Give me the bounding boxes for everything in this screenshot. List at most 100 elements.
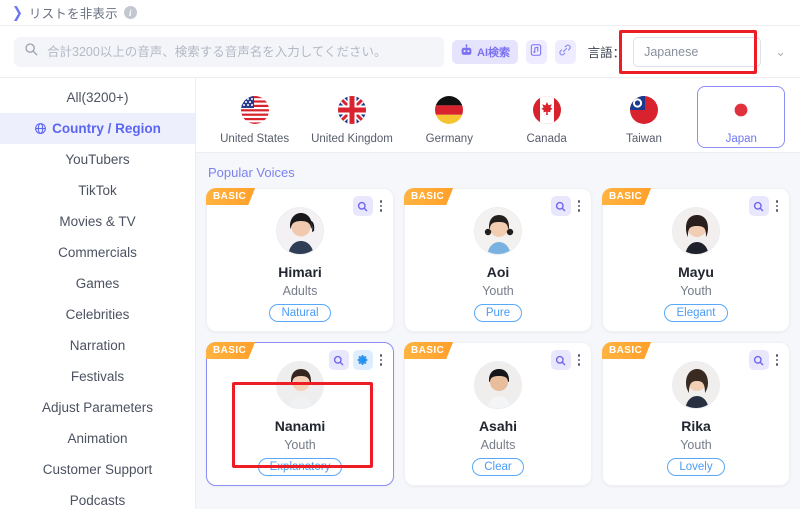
voice-card-asahi[interactable]: BASIC Asahi Adults Clear	[404, 342, 592, 486]
language-select-wrap: Japanese ⌄	[633, 37, 786, 67]
language-select[interactable]: Japanese	[633, 37, 761, 67]
sidebar-item-podcasts[interactable]: Podcasts	[0, 485, 195, 509]
country-united-states[interactable]: United States	[211, 86, 299, 148]
more-options-icon[interactable]	[575, 352, 584, 368]
voice-name: Aoi	[487, 264, 510, 280]
country-united-kingdom[interactable]: United Kingdom	[308, 86, 396, 148]
voice-tag[interactable]: Natural	[269, 304, 330, 322]
card-tools	[353, 196, 386, 216]
preview-search-icon[interactable]	[353, 196, 373, 216]
country-label: Canada	[526, 133, 566, 145]
voice-tag[interactable]: Explanatory	[258, 458, 343, 476]
voice-tag[interactable]: Pure	[474, 304, 522, 322]
avatar	[672, 207, 720, 255]
plan-badge: BASIC	[206, 342, 255, 359]
plan-badge: BASIC	[602, 342, 651, 359]
sidebar-item-tiktok[interactable]: TikTok	[0, 175, 195, 206]
settings-gear-icon[interactable]	[353, 350, 373, 370]
voice-age: Youth	[680, 438, 712, 452]
ai-search-label: AI検索	[477, 44, 510, 60]
language-selected-value: Japanese	[644, 45, 698, 59]
avatar	[672, 361, 720, 409]
country-label: Taiwan	[626, 133, 662, 145]
sidebar-item-label: Movies & TV	[59, 214, 135, 229]
preview-search-icon[interactable]	[551, 196, 571, 216]
chevron-right-icon[interactable]: ❯	[12, 5, 23, 20]
voice-search-box[interactable]	[14, 37, 444, 67]
voice-card-nanami[interactable]: BASIC Nanami	[206, 342, 394, 486]
voice-age: Adults	[481, 438, 516, 452]
sidebar-item-label: Celebrities	[66, 307, 130, 322]
sidebar-item-celebrities[interactable]: Celebrities	[0, 299, 195, 330]
plan-badge: BASIC	[404, 342, 453, 359]
ai-search-button[interactable]: AI検索	[452, 40, 518, 64]
sidebar-item-festivals[interactable]: Festivals	[0, 361, 195, 392]
preview-search-icon[interactable]	[749, 350, 769, 370]
avatar	[276, 207, 324, 255]
country-label: Japan	[726, 133, 757, 145]
voice-age: Youth	[482, 284, 514, 298]
more-options-icon[interactable]	[773, 352, 782, 368]
voice-card-himari[interactable]: BASIC Himari Adults Natural	[206, 188, 394, 332]
sidebar-item-label: All(3200+)	[67, 90, 129, 105]
card-tools	[329, 350, 386, 370]
sidebar-item-label: TikTok	[78, 183, 117, 198]
card-tools	[749, 350, 782, 370]
category-sidebar: All(3200+) Country / Region YouTubers Ti…	[0, 78, 196, 509]
voice-tag[interactable]: Elegant	[664, 304, 727, 322]
more-options-icon[interactable]	[377, 352, 386, 368]
sidebar-item-movies-tv[interactable]: Movies & TV	[0, 206, 195, 237]
sidebar-item-country-region[interactable]: Country / Region	[0, 113, 195, 144]
country-taiwan[interactable]: Taiwan	[600, 86, 688, 148]
sidebar-item-narration[interactable]: Narration	[0, 330, 195, 361]
voice-tag[interactable]: Clear	[472, 458, 523, 476]
flag-ca-icon	[528, 91, 566, 129]
more-options-icon[interactable]	[773, 198, 782, 214]
search-input[interactable]	[47, 45, 434, 59]
voice-card-aoi[interactable]: BASIC Aoi Youth Pure	[404, 188, 592, 332]
hide-list-bar: ❯ リストを非表示 i	[0, 0, 800, 26]
search-icon	[24, 42, 38, 61]
avatar	[474, 361, 522, 409]
flag-jp-icon	[722, 91, 760, 129]
preview-search-icon[interactable]	[551, 350, 571, 370]
country-flag-row: United States United Kingdom	[196, 78, 800, 153]
sidebar-item-customer-support[interactable]: Customer Support	[0, 454, 195, 485]
sidebar-item-label: Festivals	[71, 369, 124, 384]
voice-content-panel: United States United Kingdom	[196, 78, 800, 509]
sidebar-item-label: Country / Region	[52, 121, 161, 136]
music-note-button[interactable]	[526, 40, 547, 64]
voice-card-rika[interactable]: BASIC Rika Youth Lovely	[602, 342, 790, 486]
link-icon	[558, 43, 572, 60]
flag-uk-icon	[333, 91, 371, 129]
avatar	[474, 207, 522, 255]
voice-card-mayu[interactable]: BASIC Mayu Youth Elegant	[602, 188, 790, 332]
chevron-down-icon[interactable]: ⌄	[775, 45, 786, 58]
sidebar-item-all[interactable]: All(3200+)	[0, 82, 195, 113]
sidebar-item-label: Narration	[70, 338, 126, 353]
voice-name: Rika	[681, 418, 711, 434]
country-germany[interactable]: Germany	[405, 86, 493, 148]
sidebar-item-commercials[interactable]: Commercials	[0, 237, 195, 268]
card-tools	[551, 196, 584, 216]
sidebar-item-adjust-parameters[interactable]: Adjust Parameters	[0, 392, 195, 423]
preview-search-icon[interactable]	[749, 196, 769, 216]
sidebar-item-youtubers[interactable]: YouTubers	[0, 144, 195, 175]
sidebar-item-label: Games	[76, 276, 120, 291]
country-canada[interactable]: Canada	[503, 86, 591, 148]
more-options-icon[interactable]	[377, 198, 386, 214]
country-japan[interactable]: Japan	[697, 86, 785, 148]
voice-name: Asahi	[479, 418, 517, 434]
sidebar-item-games[interactable]: Games	[0, 268, 195, 299]
voice-tag[interactable]: Lovely	[667, 458, 724, 476]
info-icon[interactable]: i	[124, 6, 137, 19]
more-options-icon[interactable]	[575, 198, 584, 214]
sidebar-item-label: Commercials	[58, 245, 137, 260]
link-button[interactable]	[555, 40, 576, 64]
sidebar-item-animation[interactable]: Animation	[0, 423, 195, 454]
hide-list-label[interactable]: リストを非表示	[29, 3, 118, 22]
sidebar-item-label: Animation	[67, 431, 127, 446]
preview-search-icon[interactable]	[329, 350, 349, 370]
country-label: United States	[220, 133, 289, 145]
plan-badge: BASIC	[602, 188, 651, 205]
